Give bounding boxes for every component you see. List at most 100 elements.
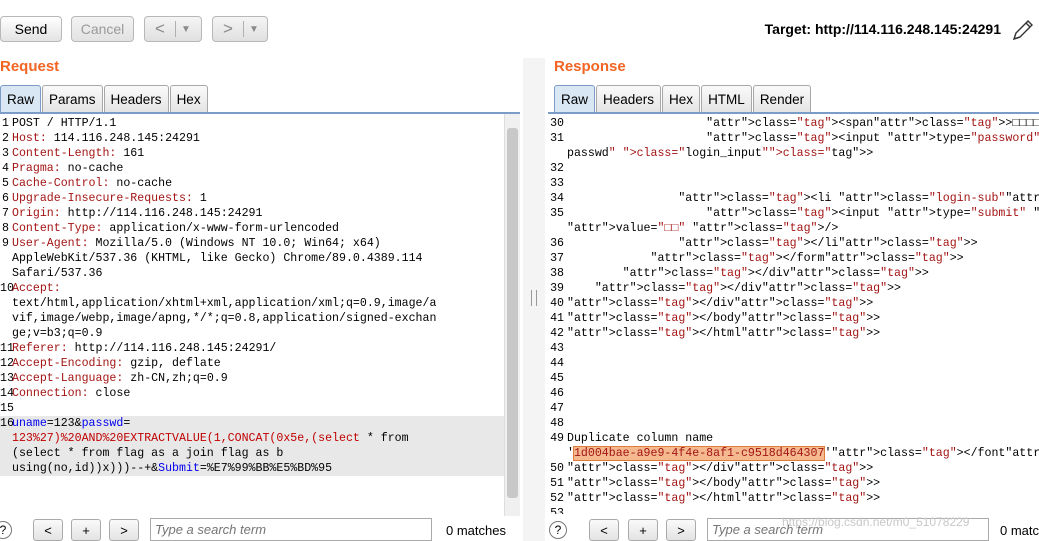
code-text: "attr">class="tag"></html"attr">class="t… <box>567 492 881 505</box>
line-number: 4 <box>2 162 9 175</box>
code-text: Referer: http://114.116.248.145:24291/ <box>12 342 277 355</box>
tab-hex[interactable]: Hex <box>662 85 701 112</box>
pencil-icon[interactable] <box>1011 18 1035 42</box>
request-title: Request <box>0 58 60 75</box>
line-number: 13 <box>0 372 14 385</box>
help-icon[interactable]: ? <box>0 521 12 539</box>
code-line: 43 <box>548 341 1039 356</box>
code-line: 51 "attr">class="tag"></body"attr">class=… <box>548 476 1039 491</box>
watermark: https://blog.csdn.net/m0_51078229 <box>782 515 970 529</box>
scrollbar-thumb[interactable] <box>507 128 518 498</box>
code-line: 13 Accept-Language: zh-CN,zh;q=0.9 <box>0 371 504 386</box>
code-text: Accept-Encoding: gzip, deflate <box>12 357 221 370</box>
code-line: 35 "attr">class="tag"><input "attr">type… <box>548 206 1039 221</box>
line-number: 39 <box>550 282 564 295</box>
code-line: 30 "attr">class="tag"><span"attr">class=… <box>548 116 1039 131</box>
code-line: using(no,id))x)))--+&Submit=%E7%99%BB%E5… <box>0 461 504 476</box>
line-number: 46 <box>550 387 564 400</box>
line-number: 47 <box>550 402 564 415</box>
line-number: 53 <box>550 507 564 514</box>
back-button[interactable]: < ▼ <box>144 16 202 42</box>
line-number: 16 <box>0 417 14 430</box>
code-text: 123%27)%20AND%20EXTRACTVALUE(1,CONCAT(0x… <box>12 432 409 445</box>
code-text: "attr">class="tag"></body"attr">class="t… <box>567 312 881 325</box>
line-number: 43 <box>550 342 564 355</box>
code-text: "attr">class="tag"></body"attr">class="t… <box>567 477 881 490</box>
tab-raw[interactable]: Raw <box>0 85 42 112</box>
tab-headers[interactable]: Headers <box>596 85 662 112</box>
line-number: 3 <box>2 147 9 160</box>
tab-render[interactable]: Render <box>752 85 812 112</box>
line-number: 51 <box>550 477 564 490</box>
pane-splitter[interactable] <box>523 58 545 541</box>
code-line: 6 Upgrade-Insecure-Requests: 1 <box>0 191 504 206</box>
code-text: using(no,id))x)))--+&Submit=%E7%99%BB%E5… <box>12 462 333 475</box>
search-next-button[interactable]: > <box>109 519 139 541</box>
code-text: text/html,application/xhtml+xml,applicat… <box>12 297 437 310</box>
tab-html[interactable]: HTML <box>701 85 752 112</box>
search-add-button[interactable]: + <box>71 519 101 541</box>
tab-raw[interactable]: Raw <box>554 85 596 112</box>
forward-button[interactable]: > ▼ <box>212 16 268 42</box>
tab-params[interactable]: Params <box>42 85 103 112</box>
code-text: "attr">class="tag"></html"attr">class="t… <box>567 327 881 340</box>
line-number: 34 <box>550 192 564 205</box>
code-text: ge;v=b3;q=0.9 <box>12 327 103 340</box>
code-line: 47 <box>548 401 1039 416</box>
code-text: "attr">class="tag"></div"attr">class="ta… <box>567 462 874 475</box>
code-text: Origin: http://114.116.248.145:24291 <box>12 207 263 220</box>
code-line: 14 Connection: close <box>0 386 504 401</box>
code-line: '1d004bae-a9e9-4f4e-8af1-c9518d464307'"a… <box>548 446 1039 461</box>
code-line: 48 <box>548 416 1039 431</box>
line-number: 52 <box>550 492 564 505</box>
code-line: "attr">value="□□" "attr">class="tag">/> <box>548 221 1039 236</box>
code-line: 10 Accept: <box>0 281 504 296</box>
search-next-button[interactable]: > <box>666 519 696 541</box>
code-line: 3 Content-Length: 161 <box>0 146 504 161</box>
code-line: Safari/537.36 <box>0 266 504 281</box>
code-line: 38 "attr">class="tag"></div"attr">class=… <box>548 266 1039 281</box>
code-text: Host: 114.116.248.145:24291 <box>12 132 200 145</box>
code-line: 36 "attr">class="tag"></li"attr">class="… <box>548 236 1039 251</box>
code-line: AppleWebKit/537.36 (KHTML, like Gecko) C… <box>0 251 504 266</box>
line-number: 33 <box>550 177 564 190</box>
tab-headers[interactable]: Headers <box>103 85 169 112</box>
cancel-button[interactable]: Cancel <box>71 16 134 42</box>
matches-count: 0 matc <box>1000 523 1039 538</box>
response-editor[interactable]: 30 "attr">class="tag"><span"attr">class=… <box>548 114 1039 514</box>
response-title: Response <box>554 58 626 75</box>
code-text: Connection: close <box>12 387 131 400</box>
request-scrollbar[interactable] <box>504 114 520 516</box>
line-number: 8 <box>2 222 9 235</box>
code-line: vif,image/webp,image/apng,*/*;q=0.8,appl… <box>0 311 504 326</box>
line-number: 48 <box>550 417 564 430</box>
line-number: 31 <box>550 132 564 145</box>
code-text: Cache-Control: no-cache <box>12 177 173 190</box>
code-text: "attr">class="tag"></form"attr">class="t… <box>650 252 964 265</box>
code-line: 2 Host: 114.116.248.145:24291 <box>0 131 504 146</box>
line-number: 38 <box>550 267 564 280</box>
search-prev-button[interactable]: < <box>589 519 619 541</box>
code-line: 39 "attr">class="tag"></div"attr">class=… <box>548 281 1039 296</box>
code-line: 33 <box>548 176 1039 191</box>
code-text: "attr">class="tag"></li"attr">class="tag… <box>678 237 978 250</box>
help-icon[interactable]: ? <box>549 521 567 539</box>
back-arrow-icon: < <box>155 19 165 38</box>
code-line: 4 Pragma: no-cache <box>0 161 504 176</box>
search-add-button[interactable]: + <box>628 519 658 541</box>
line-number: 44 <box>550 357 564 370</box>
tab-hex[interactable]: Hex <box>169 85 208 112</box>
splitter-grip-icon <box>531 290 537 306</box>
send-button[interactable]: Send <box>0 16 62 42</box>
code-text: passwd" ">class="login_input"">class="ta… <box>567 147 874 160</box>
code-text: "attr">class="tag"><input "attr">type="p… <box>706 132 1039 145</box>
code-line: 7 Origin: http://114.116.248.145:24291 <box>0 206 504 221</box>
code-text: Accept: <box>12 282 61 295</box>
code-text: "attr">class="tag"><input "attr">type="s… <box>706 207 1039 220</box>
code-text: User-Agent: Mozilla/5.0 (Windows NT 10.0… <box>12 237 381 250</box>
search-input[interactable] <box>150 518 432 541</box>
code-line: 50 "attr">class="tag"></div"attr">class="… <box>548 461 1039 476</box>
request-editor[interactable]: 1 POST / HTTP/1.1 2 Host: 114.116.248.145:2… <box>0 114 504 514</box>
search-prev-button[interactable]: < <box>33 519 63 541</box>
code-line: passwd" ">class="login_input"">class="ta… <box>548 146 1039 161</box>
